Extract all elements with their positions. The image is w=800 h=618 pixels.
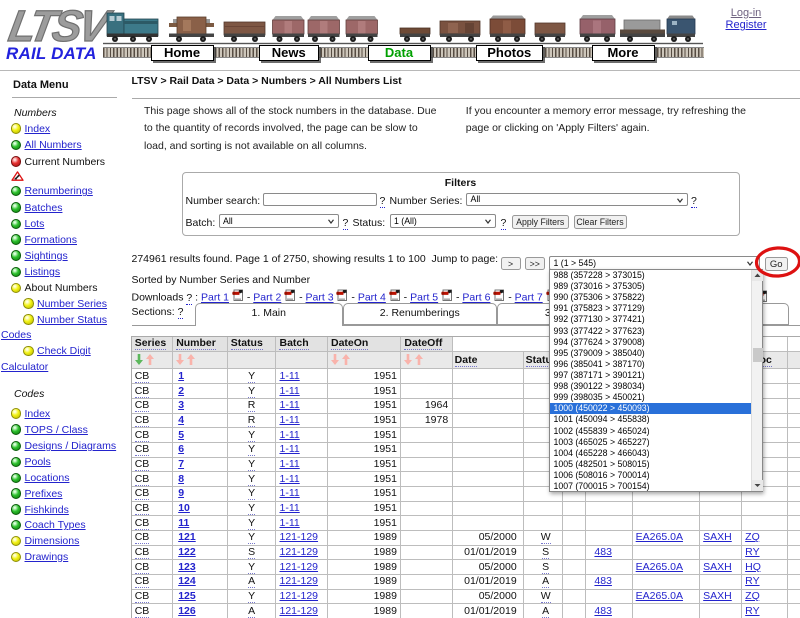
svg-text:LTSV: LTSV <box>5 2 116 47</box>
